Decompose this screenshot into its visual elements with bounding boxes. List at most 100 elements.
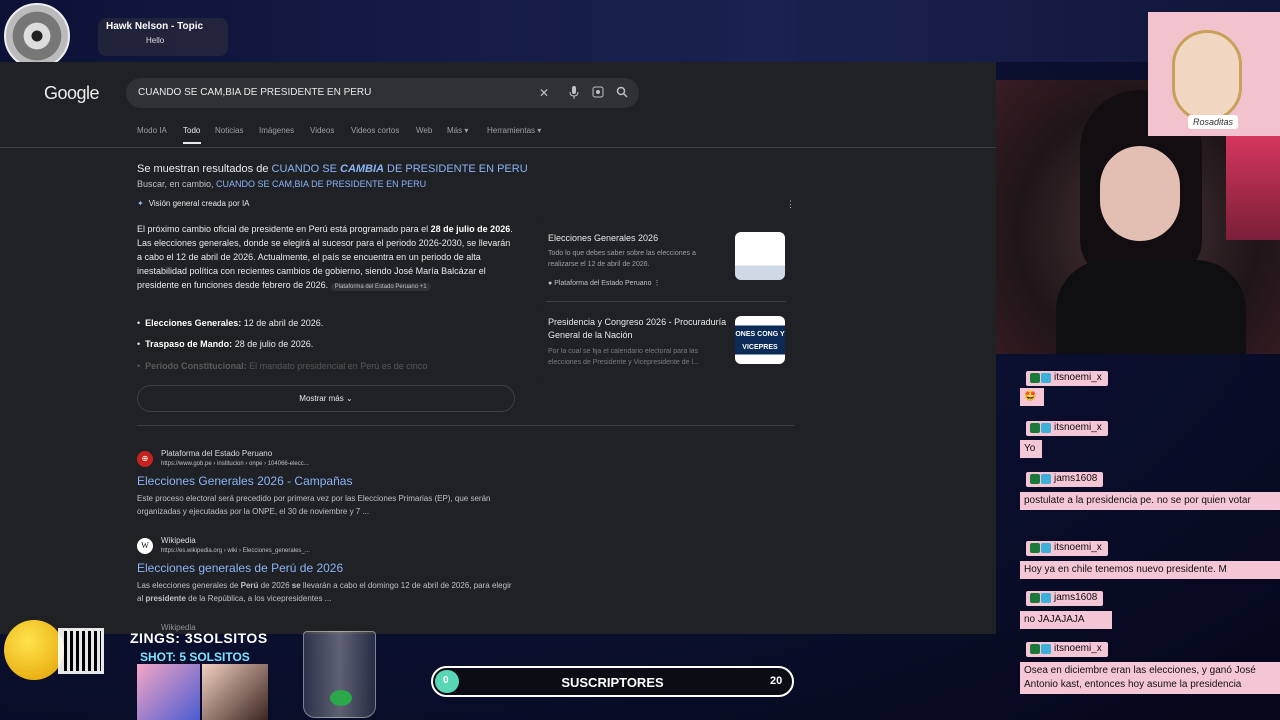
source-chip[interactable]: Plataforma del Estado Peruano +1 xyxy=(330,283,431,291)
chat-username: jams1608 xyxy=(1026,472,1104,487)
bullet-label: Elecciones Generales: xyxy=(145,318,242,328)
result-url[interactable]: https://www.gob.pe › institucion › onpe … xyxy=(161,461,309,467)
card-divider xyxy=(546,301,786,302)
music-disc-icon xyxy=(4,3,70,69)
ai-bullet: • Elecciones Generales: 12 de abril de 2… xyxy=(137,318,324,328)
card-thumbnail[interactable]: ONES CONG Y VICEPRES xyxy=(735,316,785,364)
bullet-label: Traspaso de Mando: xyxy=(145,339,233,349)
tab-imagenes[interactable]: Imágenes xyxy=(259,126,294,135)
music-title: Hawk Nelson - Topic xyxy=(106,21,204,32)
gob-pe-favicon-icon: ⊕ xyxy=(137,451,153,467)
card-description: Todo lo que debes saber sobre las elecci… xyxy=(548,250,696,268)
tab-web[interactable]: Web xyxy=(416,126,432,135)
avatar-overlay: Rosaditas xyxy=(1148,12,1280,136)
chat-username-text: itsnoemi_x xyxy=(1054,643,1102,654)
show-more-button[interactable]: Mostrar más ⌄ xyxy=(137,385,515,412)
chat-username: itsnoemi_x xyxy=(1026,642,1108,657)
kick-badge-icon xyxy=(1030,543,1040,553)
ai-text: El próximo cambio oficial de presidente … xyxy=(137,224,431,234)
kick-badge-icon xyxy=(1030,373,1040,383)
tab-mas[interactable]: Más ▾ xyxy=(447,126,468,135)
tab-videos[interactable]: Videos xyxy=(310,126,334,135)
chat-username-text: jams1608 xyxy=(1054,473,1098,484)
spelling-correction: Se muestran resultados de CUANDO SE CAMB… xyxy=(137,163,528,175)
card-source-name: Plataforma del Estado Peruano xyxy=(554,280,652,287)
corrected-word[interactable]: CAMBIA xyxy=(340,163,384,175)
lens-camera-icon[interactable] xyxy=(591,86,605,100)
chat-username: itsnoemi_x xyxy=(1026,371,1108,386)
shot-label: SHOT: 5 SOLSITOS xyxy=(140,650,250,664)
header-divider xyxy=(0,147,996,148)
card-description: Por la cual se fija el calendario electo… xyxy=(548,348,699,366)
ai-bullet: • Traspaso de Mando: 28 de julio de 2026… xyxy=(137,339,314,349)
corrected-query-part[interactable]: DE PRESIDENTE EN PERU xyxy=(384,163,528,175)
site-favicon-icon: ● xyxy=(548,280,553,287)
card-title[interactable]: Presidencia y Congreso 2026 - Procuradur… xyxy=(548,316,728,342)
tab-herramientas[interactable]: Herramientas ▾ xyxy=(487,126,541,135)
more-options-icon[interactable]: ⋮ xyxy=(786,199,795,210)
chat-username: itsnoemi_x xyxy=(1026,541,1108,556)
original-query-link[interactable]: CUANDO SE CAM,BIA DE PRESIDENTE EN PERU xyxy=(216,179,426,189)
tab-videos-cortos[interactable]: Videos cortos xyxy=(351,126,399,135)
bullet-text: 28 de julio de 2026. xyxy=(232,339,314,349)
streamer-body xyxy=(1056,260,1246,354)
search-box[interactable]: CUANDO SE CAM,BIA DE PRESIDENTE EN PERU … xyxy=(126,78,639,108)
search-icon[interactable] xyxy=(615,86,629,100)
coins-icon xyxy=(330,690,352,706)
tab-noticias[interactable]: Noticias xyxy=(215,126,243,135)
corrected-query-link[interactable]: CUANDO SE CAMBIA DE PRESIDENTE EN PERU xyxy=(272,163,528,175)
source-card[interactable]: Elecciones Generales 2026 Todo lo que de… xyxy=(538,222,794,298)
ai-source-cards: Elecciones Generales 2026 Todo lo que de… xyxy=(538,222,794,382)
snippet-text: Las elecciones generales de xyxy=(137,581,241,590)
google-logo[interactable]: Google xyxy=(44,83,100,104)
google-search-page: Google CUANDO SE CAM,BIA DE PRESIDENTE E… xyxy=(0,62,996,634)
background-light xyxy=(1226,120,1280,240)
search-input[interactable]: CUANDO SE CAM,BIA DE PRESIDENTE EN PERU xyxy=(138,87,371,98)
microphone-icon[interactable] xyxy=(567,86,581,100)
snippet-bold: Perú xyxy=(240,581,259,590)
chat-message: no JAJAJAJA xyxy=(1020,611,1112,629)
result-site-name[interactable]: Wikipedia xyxy=(161,536,196,545)
card-title[interactable]: Elecciones Generales 2026 xyxy=(548,232,728,245)
source-card[interactable]: Presidencia y Congreso 2026 - Procuradur… xyxy=(538,306,794,382)
tab-modo-ia[interactable]: Modo IA xyxy=(137,126,167,135)
goal-target: 20 xyxy=(770,675,783,687)
card-thumbnail[interactable] xyxy=(735,232,785,280)
chat-message: Osea en diciembre eran las elecciones, y… xyxy=(1020,662,1280,694)
avatar-label: Rosaditas xyxy=(1188,115,1239,129)
sub-badge-icon xyxy=(1041,373,1051,383)
search-instead-prefix: Buscar, en cambio, xyxy=(137,179,217,189)
result-snippet: Este proceso electoral será precedido po… xyxy=(137,494,491,516)
result-title-link[interactable]: Elecciones generales de Perú de 2026 xyxy=(137,561,343,575)
result-title-link[interactable]: Elecciones Generales 2026 - Campañas xyxy=(137,474,352,488)
ai-overview-text: El próximo cambio oficial de presidente … xyxy=(137,222,517,294)
sub-badge-icon xyxy=(1041,474,1051,484)
show-more-label: Mostrar más xyxy=(299,394,344,403)
correction-prefix: Se muestran resultados de xyxy=(137,163,272,175)
sub-badge-icon xyxy=(1041,543,1051,553)
streamer-face xyxy=(1100,146,1180,241)
more-options-icon[interactable]: ⋮ xyxy=(653,280,660,287)
result-url[interactable]: https://es.wikipedia.org › wiki › Elecci… xyxy=(161,548,310,554)
chat-username: itsnoemi_x xyxy=(1026,421,1108,436)
chat-username-text: jams1608 xyxy=(1054,592,1098,603)
active-tab-indicator xyxy=(183,142,201,144)
emoji-mascot-icon xyxy=(4,620,64,680)
bullet-label: Periodo Constitucional: xyxy=(145,361,247,371)
overlay-image-anime xyxy=(137,664,200,720)
result-snippet: Las elecciones generales de Perú de 2026… xyxy=(137,579,517,605)
kick-badge-icon xyxy=(1030,593,1040,603)
clear-icon[interactable]: ✕ xyxy=(537,86,551,100)
chat-message: Hoy ya en chile tenemos nuevo presidente… xyxy=(1020,561,1280,579)
snippet-text: de 2026 xyxy=(258,581,292,590)
tab-todo[interactable]: Todo xyxy=(183,126,200,135)
kick-badge-icon xyxy=(1030,474,1040,484)
kick-badge-icon xyxy=(1030,423,1040,433)
bullet-text: 12 de abril de 2026. xyxy=(241,318,324,328)
chat-message: Yo xyxy=(1020,440,1042,458)
corrected-query-part[interactable]: CUANDO SE xyxy=(272,163,340,175)
result-site-name[interactable]: Plataforma del Estado Peruano xyxy=(161,449,272,458)
ai-overview-header: ✦ Visión general creada por IA xyxy=(137,199,250,208)
music-subtitle: Hello xyxy=(146,36,165,45)
chat-username-text: itsnoemi_x xyxy=(1054,372,1102,383)
